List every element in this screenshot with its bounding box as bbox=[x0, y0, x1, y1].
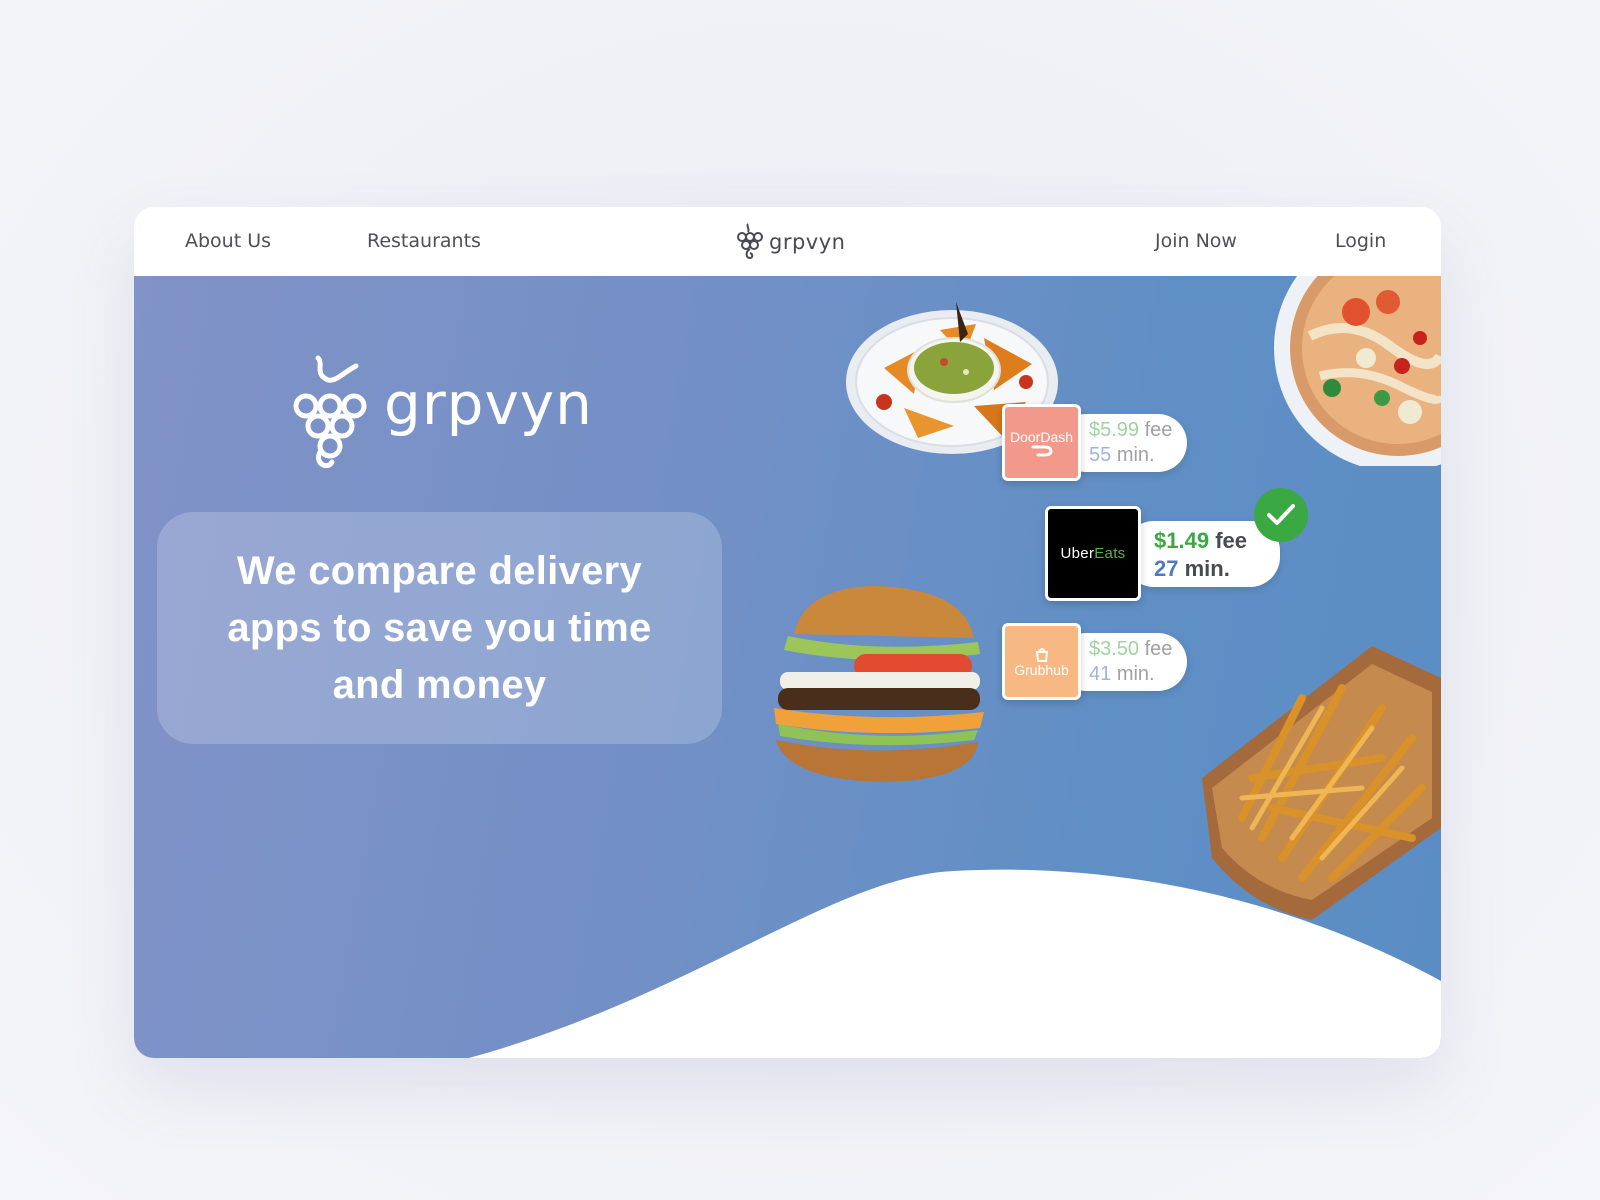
ubereats-label-uber: Uber bbox=[1060, 545, 1095, 562]
grubhub-fee-line: $3.50 fee bbox=[1089, 638, 1172, 661]
nav-about-us-link[interactable]: About Us bbox=[185, 207, 271, 276]
doordash-fee-amount: $5.99 bbox=[1089, 419, 1140, 441]
top-navbar: About Us Restaurants grpvyn Join Now Log… bbox=[134, 207, 1441, 276]
ubereats-tile[interactable]: UberEats bbox=[1045, 506, 1141, 601]
doordash-time-unit: min. bbox=[1116, 444, 1155, 466]
grubhub-time-unit: min. bbox=[1116, 663, 1155, 685]
grubhub-tile[interactable]: Grubhub bbox=[1002, 623, 1081, 700]
doordash-fee-line: $5.99 fee bbox=[1089, 419, 1172, 442]
fries-image bbox=[1202, 646, 1441, 920]
ubereats-wordmark: UberEats bbox=[1061, 545, 1126, 562]
burger-image bbox=[774, 586, 984, 782]
nav-login-link[interactable]: Login bbox=[1335, 207, 1386, 276]
hero-tagline: We compare delivery apps to save you tim… bbox=[227, 548, 652, 707]
ubereats-time-line: 27 min. bbox=[1154, 556, 1230, 582]
ubereats-time-unit: min. bbox=[1184, 556, 1230, 581]
check-icon bbox=[1267, 504, 1295, 525]
doordash-swoosh-icon bbox=[1031, 445, 1053, 456]
doordash-time-line: 55 min. bbox=[1089, 444, 1155, 467]
ubereats-fee-amount: $1.49 bbox=[1154, 528, 1210, 553]
nav-brand-name: grpvyn bbox=[769, 230, 846, 254]
selected-check-badge bbox=[1254, 488, 1308, 542]
grape-cluster-icon bbox=[293, 355, 367, 469]
ubereats-time-value: 27 bbox=[1154, 556, 1179, 581]
grubhub-label: Grubhub bbox=[1014, 661, 1069, 678]
tagline-card: We compare delivery apps to save you tim… bbox=[157, 512, 722, 744]
hero-brand-logo: grpvyn bbox=[292, 354, 593, 472]
hero-section: grpvyn We compare delivery apps to save … bbox=[134, 276, 1441, 1058]
nav-brand-logo[interactable]: grpvyn bbox=[737, 221, 845, 263]
website-card: About Us Restaurants grpvyn Join Now Log… bbox=[134, 207, 1441, 1058]
hero-brand-name: grpvyn bbox=[384, 370, 593, 438]
grape-cluster-icon bbox=[737, 223, 763, 260]
nav-join-now-link[interactable]: Join Now bbox=[1155, 207, 1237, 276]
nav-restaurants-link[interactable]: Restaurants bbox=[367, 207, 481, 276]
doordash-fee-word: fee bbox=[1144, 419, 1173, 441]
ubereats-fee-word: fee bbox=[1215, 528, 1247, 553]
grubhub-bag-icon bbox=[1035, 647, 1048, 662]
grubhub-time-line: 41 min. bbox=[1089, 663, 1155, 686]
ubereats-fee-line: $1.49 fee bbox=[1154, 528, 1247, 554]
doordash-tile[interactable]: DoorDash bbox=[1002, 404, 1081, 481]
doordash-time-value: 55 bbox=[1089, 444, 1112, 466]
doordash-label: DoorDash bbox=[1009, 428, 1074, 445]
grubhub-fee-word: fee bbox=[1144, 638, 1173, 660]
grubhub-time-value: 41 bbox=[1089, 663, 1112, 685]
soup-bowl-image bbox=[1274, 276, 1441, 466]
grubhub-fee-amount: $3.50 bbox=[1089, 638, 1140, 660]
ubereats-label-eats: Eats bbox=[1094, 545, 1126, 562]
